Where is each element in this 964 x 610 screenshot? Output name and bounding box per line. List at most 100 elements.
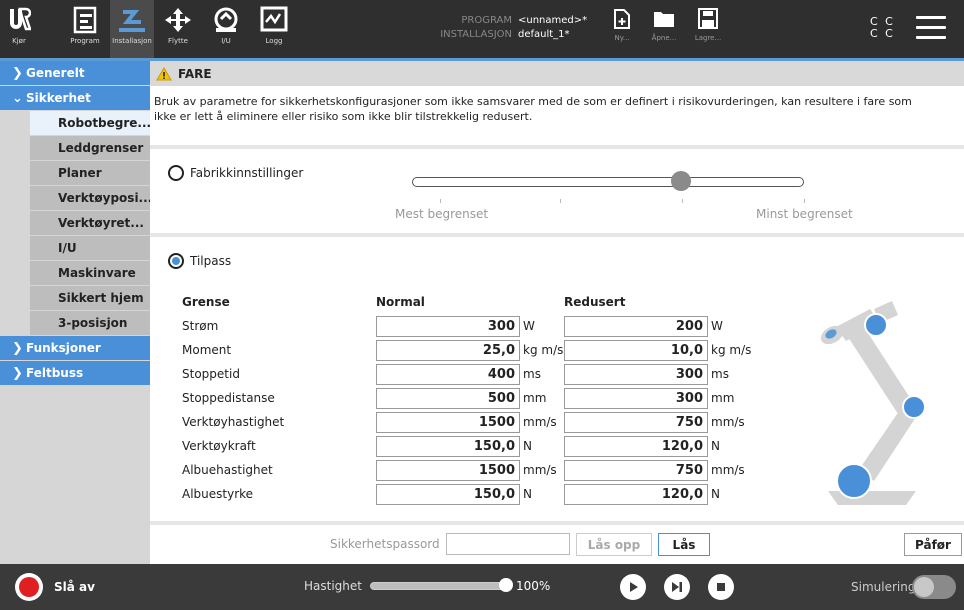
tool-force-reduced-input[interactable]: 120,0 [564, 436, 708, 457]
restriction-slider[interactable] [412, 177, 804, 187]
sidebar-item-label: Planer [58, 166, 102, 180]
elbow-speed-normal-input[interactable]: 1500 [376, 460, 520, 481]
nav-log-label: Logg [265, 37, 283, 45]
chevron-right-icon: ❯ [12, 340, 23, 356]
sidebar-section-fieldbus[interactable]: ❯ Feltbuss [0, 361, 150, 386]
sidebar-item-tool-direction[interactable]: Verktøyret... [30, 211, 150, 236]
unit-label: ms [523, 367, 541, 381]
unit-label: W [523, 319, 535, 333]
speed-slider[interactable] [370, 582, 510, 590]
sidebar-item-io[interactable]: I/U [30, 236, 150, 261]
momentum-normal-input[interactable]: 25,0 [376, 340, 520, 361]
save-button[interactable]: Lagre... [688, 8, 728, 42]
password-input[interactable] [446, 533, 570, 555]
unit-label: kg m/s [711, 343, 752, 357]
chevron-right-icon: ❯ [12, 365, 23, 381]
nav-installation-button[interactable]: Installasjon [110, 0, 154, 58]
sidebar-section-general[interactable]: ❯ Generelt [0, 61, 150, 86]
sidebar-section-safety[interactable]: ⌄ Sikkerhet [0, 86, 150, 111]
limit-name: Verktøykraft [182, 439, 256, 453]
hamburger-menu-icon[interactable] [916, 16, 946, 40]
nav-installation-label: Installasjon [112, 37, 152, 45]
power-off-label: Slå av [54, 580, 95, 594]
open-button[interactable]: Åpne... [644, 8, 684, 42]
power-reduced-input[interactable]: 200 [564, 316, 708, 337]
factory-settings-radio[interactable] [168, 165, 184, 181]
app-window: Kjør Program Installasjon Flytte I/U Log… [0, 0, 964, 610]
stop-icon [717, 583, 725, 591]
lock-button[interactable]: Lås [658, 533, 710, 556]
speed-label: Hastighet [304, 579, 362, 593]
speed-slider-handle[interactable] [499, 578, 513, 592]
new-file-icon [614, 9, 630, 29]
sidebar-item-label: Leddgrenser [58, 141, 144, 155]
sidebar-section-features[interactable]: ❯ Funksjoner [0, 336, 150, 361]
tool-force-normal-input[interactable]: 150,0 [376, 436, 520, 457]
sidebar-section-label: Sikkerhet [26, 91, 91, 105]
sidebar-item-label: 3-posisjon [58, 316, 128, 330]
sidebar-item-label: Verktøyposi... [58, 191, 150, 205]
unit-label: N [711, 487, 720, 501]
nav-io-button[interactable]: I/U [208, 0, 244, 58]
sidebar-item-planes[interactable]: Planer [30, 161, 150, 186]
custom-settings-panel: Tilpass Grense Normal Redusert Strøm 300… [150, 233, 964, 521]
sidebar-item-robot-limits[interactable]: Robotbegre... [30, 111, 150, 136]
nav-log-button[interactable]: Logg [256, 0, 292, 58]
restriction-slider-handle[interactable] [671, 171, 691, 191]
limit-name: Stoppetid [182, 367, 240, 381]
simulation-label: Simulering [851, 580, 916, 594]
play-icon [630, 582, 638, 592]
slider-max-label: Minst begrenset [756, 207, 853, 221]
sidebar: ❯ Generelt ⌄ Sikkerhet Robotbegre... Led… [0, 61, 150, 564]
sidebar-item-joint-limits[interactable]: Leddgrenser [30, 136, 150, 161]
power-normal-input[interactable]: 300 [376, 316, 520, 337]
unit-label: mm [711, 391, 735, 405]
limit-name: Albuestyrke [182, 487, 254, 501]
cc-indicator: C C C C [870, 16, 895, 40]
program-info: PROGRAM <unnamed>* INSTALLASJON default_1* [420, 14, 587, 42]
stop-time-normal-input[interactable]: 400 [376, 364, 520, 385]
unit-label: mm/s [523, 463, 557, 477]
warning-icon [156, 66, 172, 80]
tool-speed-reduced-input[interactable]: 750 [564, 412, 708, 433]
stop-distance-reduced-input[interactable]: 300 [564, 388, 708, 409]
sidebar-item-safe-home[interactable]: Sikkert hjem [30, 286, 150, 311]
nav-io-label: I/U [221, 37, 231, 45]
elbow-force-normal-input[interactable]: 150,0 [376, 484, 520, 505]
power-off-button[interactable] [15, 573, 43, 601]
sidebar-item-label: Sikkert hjem [58, 291, 144, 305]
sidebar-item-hardware[interactable]: Maskinvare [30, 261, 150, 286]
unit-label: N [523, 439, 532, 453]
new-file-button[interactable]: Ny... [602, 8, 642, 42]
nav-run-button[interactable]: Kjør [0, 0, 38, 58]
sidebar-item-label: Maskinvare [58, 266, 136, 280]
installation-icon [119, 10, 145, 32]
elbow-force-reduced-input[interactable]: 120,0 [564, 484, 708, 505]
main-panel: FARE Bruk av parametre for sikkerhetskon… [150, 61, 964, 564]
stop-distance-normal-input[interactable]: 500 [376, 388, 520, 409]
custom-settings-radio[interactable] [168, 253, 184, 269]
stop-button[interactable] [708, 574, 734, 600]
ur-logo-icon [10, 7, 31, 31]
apply-button[interactable]: Påfør [904, 533, 962, 556]
speed-value: 100% [516, 579, 551, 593]
step-button[interactable] [664, 574, 690, 600]
sidebar-item-tool-position[interactable]: Verktøyposi... [30, 186, 150, 211]
nav-program-button[interactable]: Program [60, 0, 110, 58]
stop-time-reduced-input[interactable]: 300 [564, 364, 708, 385]
elbow-speed-reduced-input[interactable]: 750 [564, 460, 708, 481]
momentum-reduced-input[interactable]: 10,0 [564, 340, 708, 361]
step-icon [672, 582, 682, 592]
limit-name: Albuehastighet [182, 463, 273, 477]
new-file-label: Ny... [614, 34, 630, 42]
unit-label: mm/s [711, 463, 745, 477]
nav-move-button[interactable]: Flytte [160, 0, 196, 58]
unlock-button[interactable]: Lås opp [576, 533, 652, 556]
danger-header: FARE [150, 61, 964, 86]
slider-tick [440, 199, 441, 203]
tool-speed-normal-input[interactable]: 1500 [376, 412, 520, 433]
simulation-toggle[interactable] [912, 575, 956, 599]
sidebar-item-three-position[interactable]: 3-posisjon [30, 311, 150, 336]
play-button[interactable] [620, 574, 646, 600]
cc-line-2: C C [870, 27, 895, 40]
